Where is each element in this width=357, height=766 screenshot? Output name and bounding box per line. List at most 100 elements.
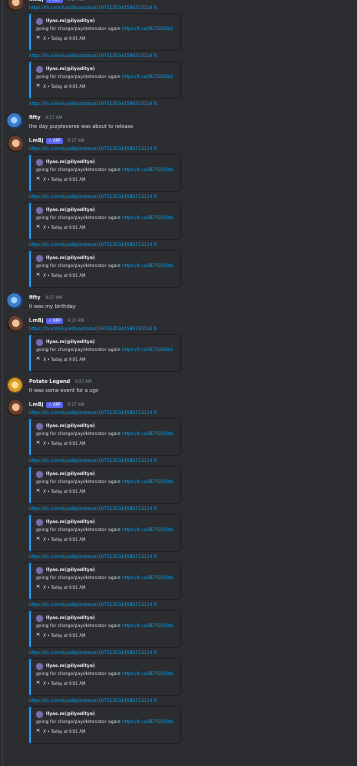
tweet-embed[interactable]: Ilyas.m(@ilyaditya) going for charge/pay/…: [29, 658, 181, 696]
tweet-link[interactable]: https://fx.com/iiyaditya/status/19731353…: [29, 506, 353, 513]
tweet-embed[interactable]: Ilyas.m(@ilyaditya) going for charge/pay/…: [29, 13, 181, 51]
tweet-embed[interactable]: Ilyas.m(@ilyaditya) going for charge/pay/…: [29, 202, 181, 240]
embed-body-link[interactable]: https://t.co/8E7GS0Ozl: [122, 480, 173, 485]
embed-body-link[interactable]: https://t.co/8E7GS0Ozl: [122, 75, 173, 80]
avatar[interactable]: [7, 400, 23, 416]
embed-author[interactable]: Ilyas.m(@ilyaditya): [36, 65, 175, 73]
tweet-embed[interactable]: Ilyas.m(@ilyaditya) going for charge/pay/…: [29, 610, 181, 648]
embed-body-text: going for charge/pay/detonator again: [36, 672, 122, 677]
embed-author-name[interactable]: Ilyas.m(@ilyaditya): [46, 19, 95, 24]
embed-author[interactable]: Ilyas.m(@ilyaditya): [36, 518, 175, 526]
message-header: fifty 9:27 AM: [29, 112, 353, 123]
avatar[interactable]: [7, 0, 23, 11]
tweet-embed[interactable]: Ilyas.m(@ilyaditya) going for charge/pay/…: [29, 61, 181, 99]
chat-message: Ilyas.m(@ilyaditya) going for charge/pay/…: [0, 514, 357, 552]
avatar[interactable]: [7, 316, 23, 332]
embed-body-link[interactable]: https://t.co/8E7GS0Ozl: [122, 27, 173, 32]
tweet-link[interactable]: https://fx.com/iiyaditya/status/19731353…: [29, 242, 353, 249]
tweet-embed[interactable]: Ilyas.m(@ilyaditya) going for charge/pay/…: [29, 250, 181, 288]
timestamp: 9:27 AM: [75, 379, 92, 384]
embed-author-name[interactable]: Ilyas.m(@ilyaditya): [46, 208, 95, 213]
embed-author-name[interactable]: Ilyas.m(@ilyaditya): [46, 616, 95, 621]
avatar[interactable]: [7, 136, 23, 152]
tweet-embed[interactable]: Ilyas.m(@ilyaditya) going for charge/pay/…: [29, 418, 181, 456]
username[interactable]: l.mBj: [29, 402, 43, 408]
tweet-embed[interactable]: Ilyas.m(@ilyaditya) going for charge/pay/…: [29, 514, 181, 552]
embed-author-name[interactable]: Ilyas.m(@ilyaditya): [46, 664, 95, 669]
app-badge: ✓ APP: [46, 137, 63, 144]
message-header: l.mBj✓ APP 9:27 AM: [29, 315, 353, 326]
tweet-link[interactable]: https://fx.com/iiyaditya/status/19731353…: [29, 101, 353, 108]
embed-author-name[interactable]: Ilyas.m(@ilyaditya): [46, 568, 95, 573]
embed-author[interactable]: Ilyas.m(@ilyaditya): [36, 338, 175, 346]
username[interactable]: l.mBj: [29, 318, 43, 324]
embed-author[interactable]: Ilyas.m(@ilyaditya): [36, 206, 175, 214]
chat-message: fifty 9:27 AM it was my birthday: [0, 292, 357, 311]
tweet-link[interactable]: https://fx.com/iiyaditya/status/19731353…: [29, 326, 353, 333]
timestamp: 9:27 AM: [45, 295, 62, 300]
embed-author-name[interactable]: Ilyas.m(@ilyaditya): [46, 472, 95, 477]
embed-body: going for charge/pay/detonator again htt…: [36, 262, 175, 271]
tweet-embed[interactable]: Ilyas.m(@ilyaditya) going for charge/pay/…: [29, 562, 181, 600]
tweet-link[interactable]: https://fx.com/iiyaditya/status/19731353…: [29, 53, 353, 60]
chat-message-list[interactable]: l.mBj✓ APP9:27 AMhttps://fx.com/iiyadity…: [0, 0, 357, 766]
tweet-link[interactable]: https://fx.com/iiyaditya/status/19731353…: [29, 194, 353, 201]
embed-body-link[interactable]: https://t.co/8E7GS0Ozl: [122, 672, 173, 677]
tweet-link[interactable]: https://fx.com/iiyaditya/status/19731353…: [29, 5, 353, 12]
embed-body-link[interactable]: https://t.co/8E7GS0Ozl: [122, 624, 173, 629]
embed-body-link[interactable]: https://t.co/8E7GS0Ozl: [122, 432, 173, 437]
embed-author-avatar: [36, 206, 43, 214]
embed-body-link[interactable]: https://t.co/8E7GS0Ozl: [122, 720, 173, 725]
tweet-embed[interactable]: Ilyas.m(@ilyaditya) going for charge/pay/…: [29, 466, 181, 504]
embed-author-name[interactable]: Ilyas.m(@ilyaditya): [46, 67, 95, 72]
tweet-embed[interactable]: Ilyas.m(@ilyaditya) going for charge/pay/…: [29, 154, 181, 192]
embed-author[interactable]: Ilyas.m(@ilyaditya): [36, 470, 175, 478]
tweet-link[interactable]: https://fx.com/iiyaditya/status/19731353…: [29, 698, 353, 705]
embed-author-name[interactable]: Ilyas.m(@ilyaditya): [46, 712, 95, 717]
embed-author[interactable]: Ilyas.m(@ilyaditya): [36, 17, 175, 25]
embed-body-text: going for charge/pay/detonator again: [36, 348, 122, 353]
username[interactable]: fifty: [29, 115, 41, 121]
embed-body: going for charge/pay/detonator again htt…: [36, 622, 175, 631]
embed-body-link[interactable]: https://t.co/8E7GS0Ozl: [122, 576, 173, 581]
avatar[interactable]: [7, 113, 23, 129]
avatar[interactable]: [7, 293, 23, 309]
embed-body-text: going for charge/pay/detonator again: [36, 264, 122, 269]
embed-author[interactable]: Ilyas.m(@ilyaditya): [36, 710, 175, 718]
x-logo-icon: ✕: [36, 176, 41, 182]
chat-message: Ilyas.m(@ilyaditya) going for charge/pay/…: [0, 562, 357, 600]
avatar[interactable]: [7, 377, 23, 393]
tweet-link[interactable]: https://fx.com/iiyaditya/status/19731353…: [29, 602, 353, 609]
embed-body-link[interactable]: https://t.co/8E7GS0Ozl: [122, 348, 173, 353]
tweet-link[interactable]: https://fx.com/iiyaditya/status/19731353…: [29, 146, 353, 153]
tweet-link[interactable]: https://fx.com/iiyaditya/status/19731353…: [29, 458, 353, 465]
chat-message: Potato Legend 9:27 AM it was some event fo…: [0, 376, 357, 395]
x-logo-icon: ✕: [36, 632, 41, 638]
username[interactable]: l.mBj: [29, 0, 43, 3]
embed-author[interactable]: Ilyas.m(@ilyaditya): [36, 158, 175, 166]
embed-body-link[interactable]: https://t.co/8E7GS0Ozl: [122, 264, 173, 269]
embed-author-name[interactable]: Ilyas.m(@ilyaditya): [46, 424, 95, 429]
tweet-link[interactable]: https://fx.com/iiyaditya/status/19731353…: [29, 410, 353, 417]
embed-body-link[interactable]: https://t.co/8E7GS0Ozl: [122, 216, 173, 221]
embed-author[interactable]: Ilyas.m(@ilyaditya): [36, 614, 175, 622]
embed-footer-text: X • Today at 9:01 AM: [43, 440, 86, 446]
username[interactable]: Potato Legend: [29, 379, 70, 385]
embed-author-name[interactable]: Ilyas.m(@ilyaditya): [46, 256, 95, 261]
embed-author-name[interactable]: Ilyas.m(@ilyaditya): [46, 520, 95, 525]
embed-author[interactable]: Ilyas.m(@ilyaditya): [36, 254, 175, 262]
embed-author[interactable]: Ilyas.m(@ilyaditya): [36, 422, 175, 430]
chat-message: Ilyas.m(@ilyaditya) going for charge/pay/…: [0, 706, 357, 744]
embed-body-link[interactable]: https://t.co/8E7GS0Ozl: [122, 168, 173, 173]
embed-author[interactable]: Ilyas.m(@ilyaditya): [36, 566, 175, 574]
embed-author-name[interactable]: Ilyas.m(@ilyaditya): [46, 340, 95, 345]
embed-author[interactable]: Ilyas.m(@ilyaditya): [36, 662, 175, 670]
username[interactable]: fifty: [29, 295, 41, 301]
tweet-link[interactable]: https://fx.com/iiyaditya/status/19731353…: [29, 650, 353, 657]
embed-author-name[interactable]: Ilyas.m(@ilyaditya): [46, 160, 95, 165]
tweet-link[interactable]: https://fx.com/iiyaditya/status/19731353…: [29, 554, 353, 561]
username[interactable]: l.mBj: [29, 138, 43, 144]
tweet-embed[interactable]: Ilyas.m(@ilyaditya) going for charge/pay/…: [29, 706, 181, 744]
tweet-embed[interactable]: Ilyas.m(@ilyaditya) going for charge/pay/…: [29, 334, 181, 372]
embed-body-link[interactable]: https://t.co/8E7GS0Ozl: [122, 528, 173, 533]
